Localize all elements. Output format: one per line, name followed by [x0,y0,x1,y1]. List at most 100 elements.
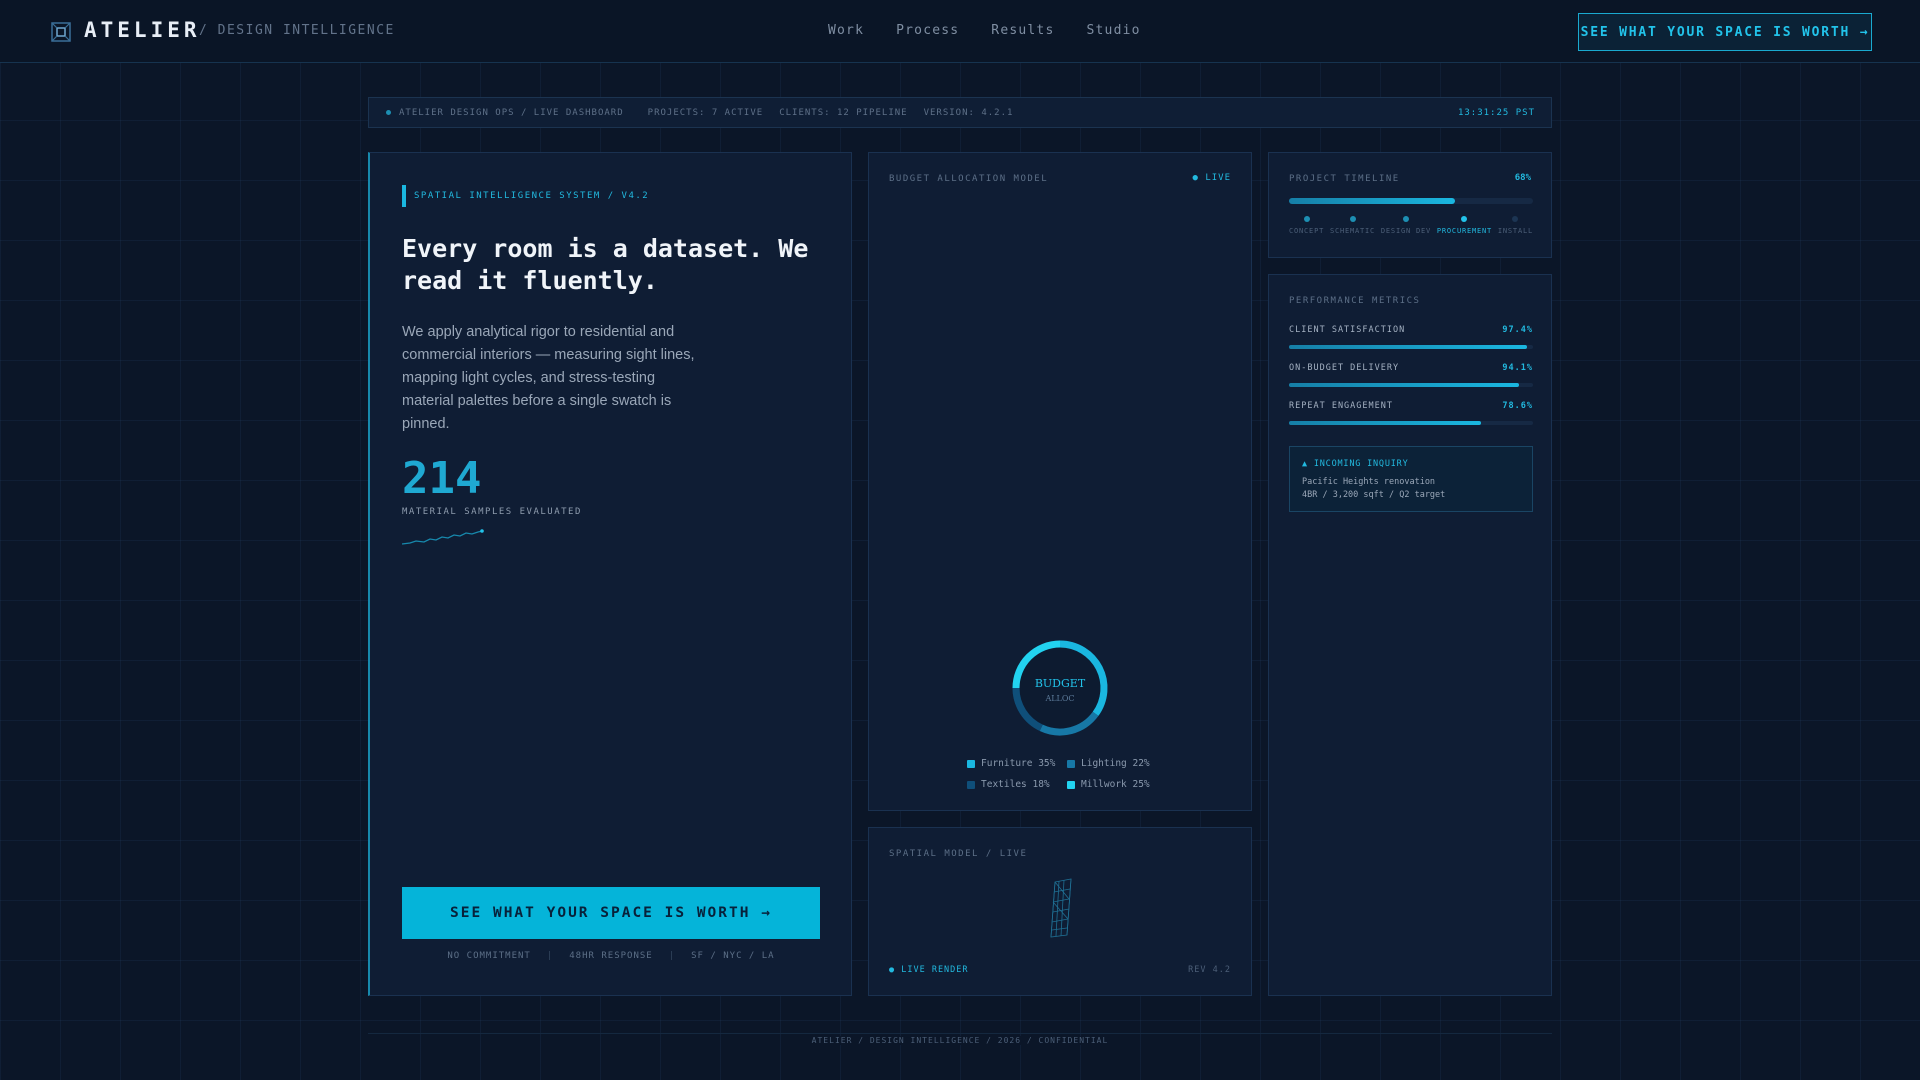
step-dot [1303,216,1310,222]
incoming-inquiry-card[interactable]: ▲ INCOMING INQUIRY Pacific Heights renov… [1289,446,1533,512]
metric-bar [1289,421,1533,425]
top-nav: ATELIER / DESIGN INTELLIGENCE Work Proce… [0,0,1920,63]
step-dot [1512,216,1519,222]
footnote-response: 48HR RESPONSE [569,951,653,961]
step-label: PROCUREMENT [1436,227,1493,235]
metric-label: CLIENT SATISFACTION [1289,325,1406,335]
clock-time: 13:31:25 PST [1457,107,1535,118]
system-tag: SPATIAL INTELLIGENCE SYSTEM / V4.2 [414,191,650,201]
spatial-title: SPATIAL MODEL / LIVE [889,849,1028,859]
nav-links: Work Process Results Studio [828,23,1141,38]
metric-label: REPEAT ENGAGEMENT [1289,401,1393,411]
timeline-progress-bar [1289,198,1533,204]
timeline-steps: CONCEPT SCHEMATIC DESIGN DEV PROCUREMENT… [1289,216,1533,235]
divider: | [668,951,676,961]
budget-legend: Furniture 35% Lighting 22% Textiles 18% … [967,758,1167,800]
budget-title: BUDGET ALLOCATION MODEL [889,174,1049,184]
metric-bar-fill [1289,345,1527,349]
dashboard-title: ATELIER DESIGN OPS / LIVE DASHBOARD [399,107,624,118]
metric-bar-fill [1289,383,1519,387]
live-render-indicator: ● LIVE RENDER [889,965,969,975]
project-timeline-panel: PROJECT TIMELINE 68% CONCEPT SCHEMATIC D… [1268,152,1552,258]
performance-metrics-panel: PERFORMANCE METRICS CLIENT SATISFACTION … [1268,274,1552,996]
clients-count: CLIENTS: 12 PIPELINE [779,107,908,118]
step-install[interactable]: INSTALL [1498,216,1533,235]
legend-swatch [967,759,975,768]
timeline-percent: 68% [1514,173,1531,183]
version-label: VERSION: 4.2.1 [923,107,1014,118]
step-label: INSTALL [1497,227,1533,235]
step-label: SCHEMATIC [1329,227,1376,235]
metric-label: ON-BUDGET DELIVERY [1289,363,1400,373]
step-dot [1349,216,1356,222]
legend-millwork: Millwork 25% [1067,779,1167,790]
nav-cta-button[interactable]: SEE WHAT YOUR SPACE IS WORTH → [1578,13,1872,51]
legend-lighting: Lighting 22% [1067,758,1167,769]
step-label: DESIGN DEV [1380,227,1432,235]
live-indicator: ● LIVE [1192,173,1231,183]
step-design-dev[interactable]: DESIGN DEV [1381,216,1431,235]
metric-value: 97.4% [1502,325,1533,335]
footer-text: ATELIER / DESIGN INTELLIGENCE / 2026 / C… [799,1036,1121,1045]
metric-on-budget-delivery: ON-BUDGET DELIVERY 94.1% [1289,363,1533,387]
step-label: CONCEPT [1289,227,1325,235]
footnote-locations: SF / NYC / LA [691,951,775,961]
hero-headline: Every room is a dataset. We read it flue… [402,234,809,295]
divider: | [546,951,554,961]
status-bar: ATELIER DESIGN OPS / LIVE DASHBOARD PROJ… [368,97,1552,128]
metric-value: 94.1% [1502,363,1533,373]
timeline-progress-fill [1289,198,1455,204]
inquiry-project: Pacific Heights renovation [1302,477,1436,487]
inquiry-title: ▲ INCOMING INQUIRY [1302,459,1409,469]
hero-footnotes: NO COMMITMENT | 48HR RESPONSE | SF / NYC… [402,951,820,961]
metric-bar [1289,345,1533,349]
legend-label: Textiles 18% [981,779,1050,790]
metrics-title: PERFORMANCE METRICS [1289,296,1421,306]
hero-panel: SPATIAL INTELLIGENCE SYSTEM / V4.2 Every… [368,152,852,996]
donut-label-budget: BUDGET [1035,677,1086,690]
legend-furniture: Furniture 35% [967,758,1067,769]
step-procurement[interactable]: PROCUREMENT [1437,216,1492,235]
step-concept[interactable]: CONCEPT [1289,216,1324,235]
stat-value: 214 [402,453,482,504]
status-dot-icon [386,110,391,115]
donut-label-alloc: ALLOC [1044,694,1074,703]
nav-link-process[interactable]: Process [896,23,959,38]
spatial-model-panel: SPATIAL MODEL / LIVE ● LIVE RENDER REV 4… [868,827,1252,996]
metric-repeat-engagement: REPEAT ENGAGEMENT 78.6% [1289,401,1533,425]
legend-swatch [1067,780,1075,789]
step-dot [1461,216,1468,222]
metric-value: 78.6% [1502,401,1533,411]
footer: ATELIER / DESIGN INTELLIGENCE / 2026 / C… [0,1028,1920,1047]
hero-body: We apply analytical rigor to residential… [402,324,695,432]
revision-label: REV 4.2 [1188,965,1231,975]
inquiry-details: 4BR / 3,200 sqft / Q2 target [1302,490,1446,500]
sparkline-icon [402,529,484,545]
step-dot [1402,216,1409,222]
legend-swatch [967,780,975,789]
budget-donut-chart: BUDGET ALLOC [1012,640,1108,736]
hero-cta-button[interactable]: SEE WHAT YOUR SPACE IS WORTH → [402,887,820,939]
step-schematic[interactable]: SCHEMATIC [1330,216,1375,235]
footnote-commitment: NO COMMITMENT [447,951,531,961]
legend-label: Millwork 25% [1081,779,1150,790]
timeline-title: PROJECT TIMELINE [1289,174,1400,184]
nav-link-work[interactable]: Work [828,23,864,38]
nav-link-studio[interactable]: Studio [1086,23,1140,38]
legend-swatch [1067,759,1075,768]
nav-link-results[interactable]: Results [991,23,1054,38]
legend-textiles: Textiles 18% [967,779,1067,790]
metric-client-satisfaction: CLIENT SATISFACTION 97.4% [1289,325,1533,349]
legend-label: Lighting 22% [1081,758,1150,769]
brand-subtitle: / DESIGN INTELLIGENCE [199,23,395,38]
metric-bar-fill [1289,421,1481,425]
tag-accent-bar [402,185,406,207]
stat-label: MATERIAL SAMPLES EVALUATED [402,507,582,517]
wireframe-model-icon [1050,878,1072,938]
projects-count: PROJECTS: 7 ACTIVE [647,107,764,118]
brand-name[interactable]: ATELIER [84,18,201,42]
grid-cube-icon [51,22,71,42]
budget-panel: BUDGET ALLOCATION MODEL ● LIVE BUDGET AL… [868,152,1252,811]
metric-bar [1289,383,1533,387]
legend-label: Furniture 35% [981,758,1056,769]
